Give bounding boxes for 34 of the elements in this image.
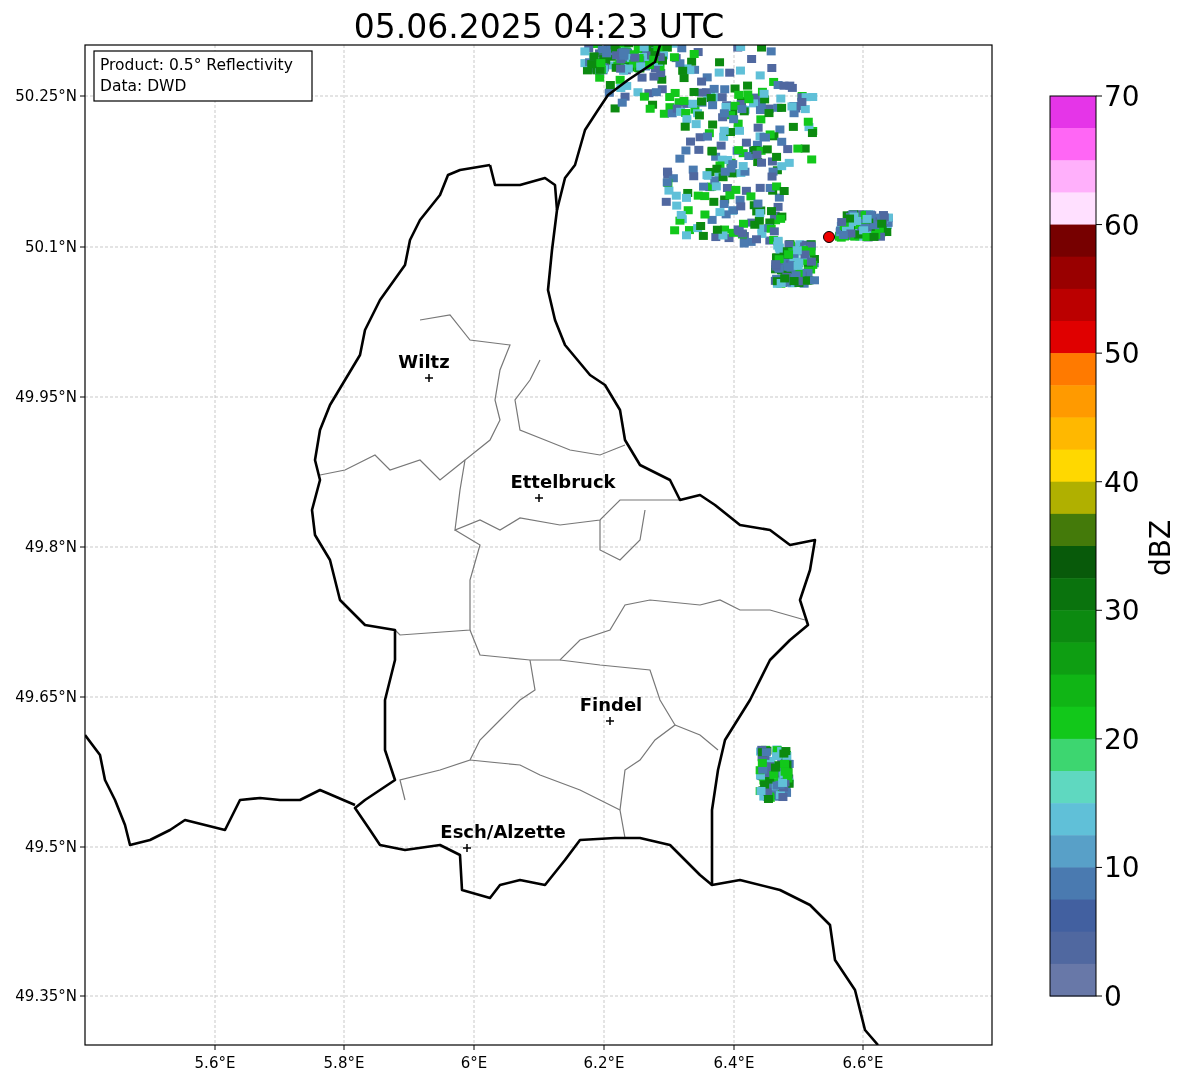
city-marker-icon [462, 843, 472, 853]
city-label: Wiltz [398, 351, 450, 372]
longitude-label: 6.2°E [583, 1054, 625, 1072]
latitude-label: 49.8°N [24, 538, 77, 556]
latitude-label: 49.95°N [15, 388, 77, 406]
latitude-label: 50.25°N [15, 87, 77, 105]
city-marker-icon [424, 373, 434, 383]
colorbar-tick-label: 20 [1104, 722, 1140, 756]
radar-site-marker [823, 231, 835, 243]
colorbar-tick-label: 70 [1104, 80, 1140, 113]
latitude-label: 49.35°N [15, 987, 77, 1005]
longitude-label: 5.6°E [194, 1054, 236, 1072]
colorbar-tick-label: 50 [1104, 337, 1140, 371]
latitude-label: 49.5°N [24, 838, 77, 856]
longitude-label: 5.8°E [323, 1054, 365, 1072]
colorbar-tick-label: 30 [1104, 594, 1140, 628]
colorbar-tick-label: 40 [1104, 465, 1140, 499]
longitude-label: 6.6°E [842, 1054, 884, 1072]
longitude-label: 6.4°E [713, 1054, 755, 1072]
city-label: Esch/Alzette [440, 821, 566, 842]
info-text: Data: DWD [100, 77, 187, 95]
colorbar-tick-label: 60 [1104, 208, 1140, 242]
colorbar-label: dBZ [1144, 519, 1177, 577]
colorbar-tick-label: 0 [1104, 980, 1122, 1013]
city-marker-icon [605, 716, 615, 726]
city-label: Findel [579, 694, 643, 715]
city-marker-icon [534, 493, 544, 503]
chart-title: 05.06.2025 04:23 UTC [353, 7, 725, 46]
colorbar-tick-label: 10 [1104, 851, 1140, 885]
longitude-label: 6°E [460, 1054, 488, 1072]
city-label: Ettelbruck [510, 471, 616, 492]
latitude-label: 50.1°N [24, 238, 77, 256]
latitude-label: 49.65°N [15, 688, 77, 706]
info-text: Product: 0.5° Reflectivity [100, 56, 293, 74]
